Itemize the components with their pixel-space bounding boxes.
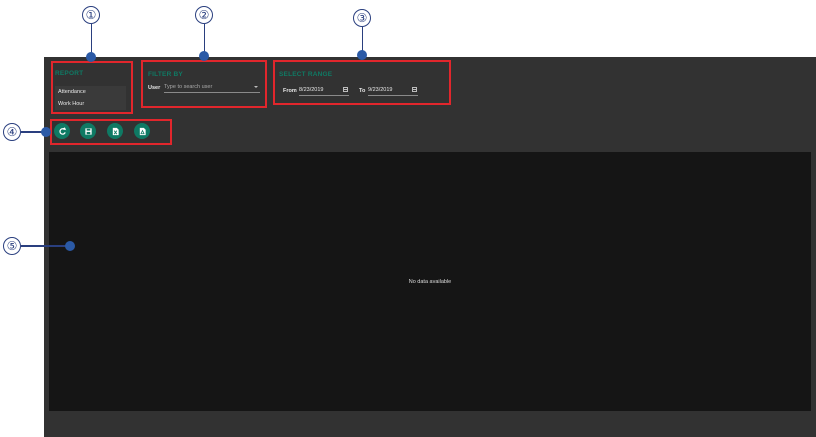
annotation-box-toolbar (50, 119, 172, 145)
callout-4-line (21, 131, 43, 133)
callout-5-line (21, 245, 67, 247)
callout-2-line (203, 24, 205, 53)
callout-2-dot (199, 51, 209, 61)
callout-1-dot (86, 52, 96, 62)
data-grid: No data available (49, 152, 811, 411)
annotation-box-filter (141, 60, 267, 108)
empty-message: No data available (408, 279, 452, 285)
callout-5: ⑤ (3, 237, 21, 255)
annotation-box-range (273, 60, 451, 105)
callout-1-line (90, 24, 92, 54)
callout-4-dot (41, 127, 51, 137)
callout-5-dot (65, 241, 75, 251)
callout-3-line (361, 27, 363, 52)
callout-3: ③ (353, 9, 371, 27)
callout-1: ① (82, 6, 100, 24)
callout-3-dot (357, 50, 367, 60)
callout-4: ④ (3, 123, 21, 141)
callout-2: ② (195, 6, 213, 24)
annotation-box-report (51, 61, 133, 114)
